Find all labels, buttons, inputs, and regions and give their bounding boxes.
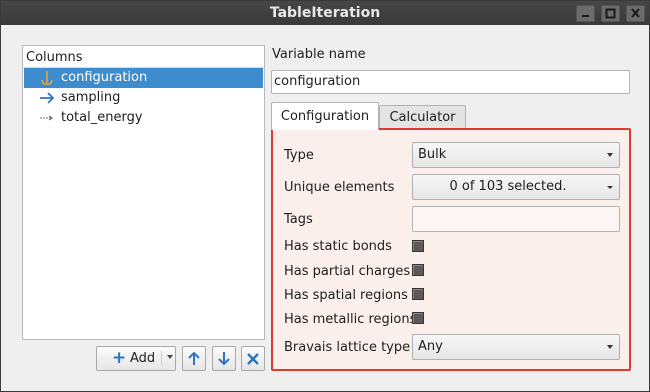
add-label: Add [130,351,156,366]
window-title: TableIteration [269,5,381,21]
tableiteration-window: TableIteration Columns configuration sam… [0,0,650,392]
unique-elements-label: Unique elements [284,180,395,195]
unique-elements-select[interactable]: 0 of 103 selected. [412,174,620,200]
move-up-button[interactable] [182,346,206,371]
has-metallic-regions-label: Has metallic regions [284,312,417,327]
chevron-down-icon [607,345,613,349]
variable-name-input[interactable]: configuration [271,70,630,94]
columns-list[interactable]: Columns configuration sampling total_ene… [22,45,265,340]
tags-input[interactable] [412,206,620,232]
columns-header: Columns [23,46,264,68]
list-item-label: total_energy [61,110,143,125]
close-icon [247,353,259,365]
tab-calculator[interactable]: Calculator [379,105,466,129]
configuration-panel: Type Bulk Unique elements 0 of 103 selec… [271,128,631,371]
list-item-label: sampling [61,90,121,105]
has-partial-charges-label: Has partial charges [284,264,411,279]
chevron-down-icon [607,186,613,189]
has-partial-charges-checkbox[interactable] [412,264,424,276]
chevron-down-icon[interactable] [167,355,173,359]
plus-icon: + [112,348,127,368]
list-item-configuration[interactable]: configuration [24,68,263,88]
anchor-icon [41,71,53,85]
list-item-total-energy[interactable]: total_energy [24,108,263,128]
divider [161,351,162,366]
chevron-down-icon [607,153,613,157]
has-metallic-regions-checkbox[interactable] [412,312,424,324]
tab-configuration[interactable]: Configuration [271,102,379,130]
minimize-button[interactable] [576,5,595,22]
type-label: Type [284,148,314,163]
remove-button[interactable] [241,346,265,371]
arrow-up-icon [188,351,200,365]
unique-elements-value: 0 of 103 selected. [449,179,567,194]
variable-name-label: Variable name [272,47,366,62]
list-item-sampling[interactable]: sampling [24,88,263,108]
bravais-lattice-label: Bravais lattice type [284,340,411,355]
type-select[interactable]: Bulk [412,142,620,168]
add-button[interactable]: + Add [96,346,176,371]
maximize-icon [605,8,616,19]
maximize-button[interactable] [601,5,620,22]
tags-label: Tags [284,212,313,227]
move-down-button[interactable] [212,346,236,371]
has-spatial-regions-checkbox[interactable] [412,288,424,300]
has-spatial-regions-label: Has spatial regions [284,288,408,303]
list-item-label: configuration [61,70,148,85]
has-static-bonds-label: Has static bonds [284,239,392,254]
type-value: Bulk [418,147,447,162]
arrow-down-icon [218,352,230,366]
dashed-arrow-icon [40,115,53,121]
minimize-icon [582,15,589,17]
close-icon [631,8,640,18]
close-button[interactable] [626,5,645,22]
bravais-lattice-value: Any [418,339,443,354]
arrow-right-icon [40,92,55,104]
title-bar[interactable]: TableIteration [1,1,649,25]
has-static-bonds-checkbox[interactable] [412,240,424,252]
bravais-lattice-select[interactable]: Any [412,334,620,360]
